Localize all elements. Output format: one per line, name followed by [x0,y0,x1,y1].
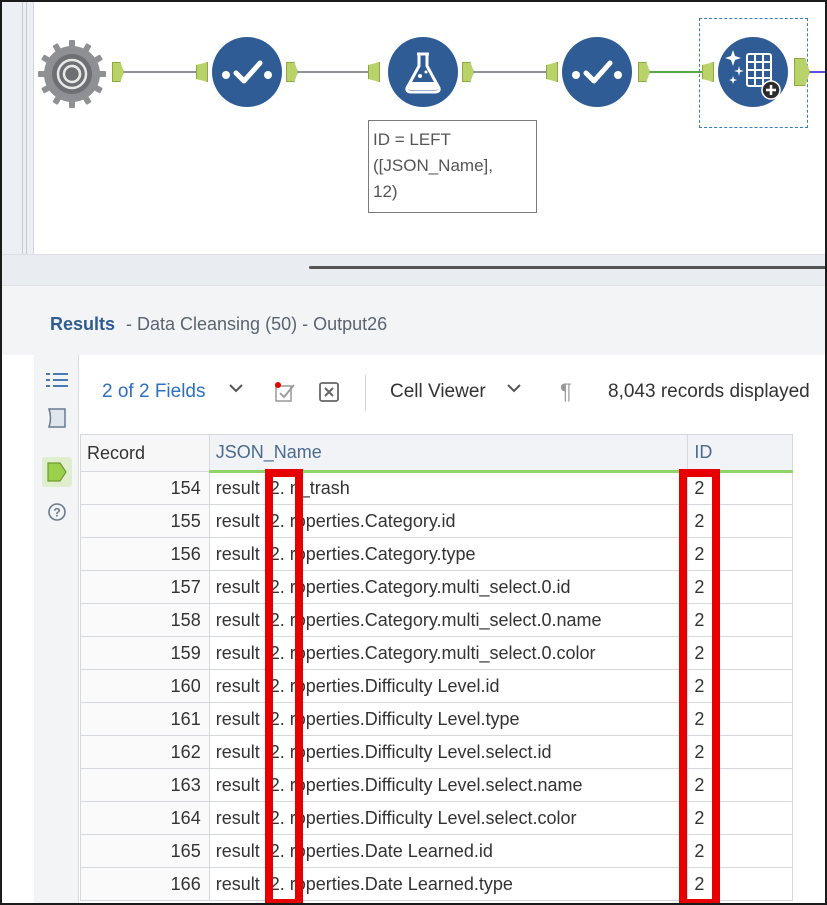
formula-flask-icon [405,52,441,94]
select-check-icon [572,60,622,84]
output-anchor[interactable] [286,62,298,82]
highlight-box-json-segment [265,469,303,903]
data-cleansing-tool[interactable] [718,37,788,107]
json-input-icon [38,40,106,108]
input-anchor[interactable] [702,62,714,82]
list-view-icon[interactable] [44,367,70,393]
record-cell[interactable]: 156 [80,537,210,571]
grid-toolbar: 2 of 2 Fields Cell Viewer ¶ 8,043 record… [80,355,825,433]
canvas-footer [2,254,825,285]
formula-annotation: ID = LEFT ([JSON_Name], 12) [368,120,537,213]
record-cell[interactable]: 155 [80,504,210,538]
input-tool[interactable] [36,38,108,110]
connection-line [124,71,196,73]
record-cell[interactable]: 163 [80,768,210,802]
select-check-icon [222,60,272,84]
chevron-down-icon[interactable] [228,380,244,401]
records-count: 8,043 records displayed [608,381,810,402]
record-cell[interactable]: 157 [80,570,210,604]
connection-line [810,71,825,73]
pilcrow-icon[interactable]: ¶ [560,379,572,405]
results-subtitle: - Data Cleansing (50) - Output26 [126,314,388,334]
data-cleansing-icon [725,50,781,100]
svg-text:?: ? [53,506,60,520]
record-cell[interactable]: 158 [80,603,210,637]
record-cell[interactable]: 159 [80,636,210,670]
formula-tool[interactable] [388,37,458,107]
output-anchor[interactable] [462,62,474,82]
record-cell[interactable]: 161 [80,702,210,736]
column-header-json-name[interactable]: JSON_Name [208,434,689,473]
clear-fields-icon[interactable] [318,381,340,403]
results-side-toolbar: ? [34,355,79,903]
record-cell[interactable]: 164 [80,801,210,835]
results-header: Results - Data Cleansing (50) - Output26 [2,285,825,355]
canvas-left-rail [2,2,34,254]
metadata-icon[interactable] [44,405,70,431]
results-title: Results [50,314,116,334]
select-tool[interactable] [212,37,282,107]
output-anchor[interactable] [112,62,124,82]
input-anchor[interactable] [546,62,558,82]
edit-fields-icon[interactable] [274,381,296,403]
input-anchor[interactable] [196,62,208,82]
record-cell[interactable]: 160 [80,669,210,703]
select-tool[interactable] [562,37,632,107]
horizontal-scrollbar[interactable] [309,266,825,269]
column-header-record[interactable]: Record [80,434,210,472]
cell-viewer-dropdown[interactable]: Cell Viewer [390,381,486,403]
workflow-canvas[interactable]: ID = LEFT ([JSON_Name], 12) [2,2,825,285]
record-cell[interactable]: 154 [80,471,210,505]
connection-line [474,71,546,73]
column-header-id[interactable]: ID [687,434,793,473]
output-anchor-icon[interactable] [42,457,72,487]
highlight-box-id-column [679,469,720,903]
help-icon[interactable]: ? [44,499,70,525]
fields-dropdown[interactable]: 2 of 2 Fields [102,381,206,403]
chevron-down-icon[interactable] [506,380,522,401]
record-cell[interactable]: 162 [80,735,210,769]
toolbar-separator [365,375,366,411]
record-cell[interactable]: 165 [80,834,210,868]
input-anchor[interactable] [368,62,380,82]
connection-line [298,71,368,73]
output-anchor[interactable] [638,62,650,82]
record-cell[interactable]: 166 [80,867,210,901]
app-window: ID = LEFT ([JSON_Name], 12) Results - Da… [0,0,827,905]
connection-line [650,71,702,73]
